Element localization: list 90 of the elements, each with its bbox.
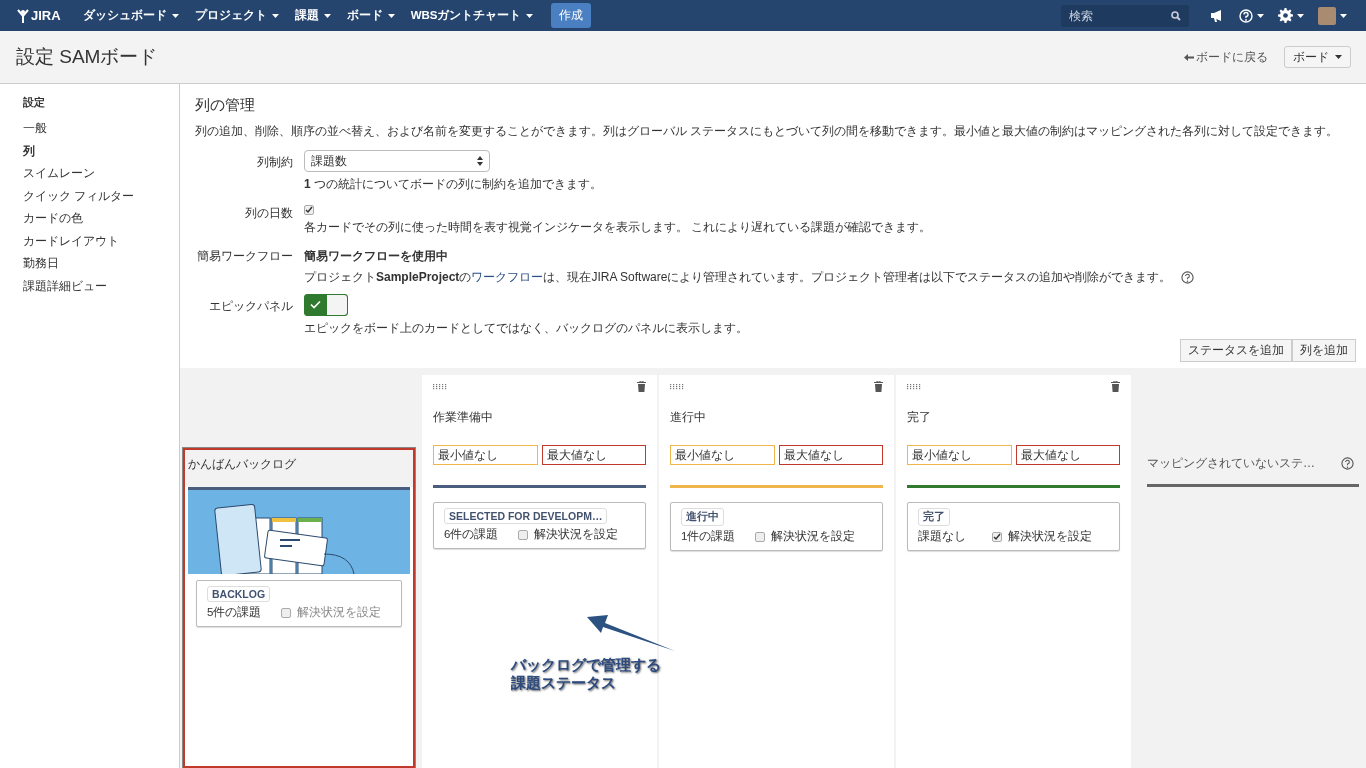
trash-icon[interactable] [874,381,883,392]
section-title: 列の管理 [195,96,256,115]
create-button[interactable]: 作成 [551,3,592,28]
sidebar-item[interactable]: 列 [23,139,35,162]
sidebar-item[interactable]: 勤務日 [23,252,59,275]
field-hint: プロジェクトSampleProjectのワークフローは、現在JIRA Softwareにより管理されています。プロジェクト管理者は以下でステータスの追加や削除ができます。 [304,269,1194,286]
help-icon[interactable] [1180,271,1194,285]
nav-menu[interactable]: プロジェクト [186,0,287,31]
min-field[interactable]: 最小値なし [907,445,1012,465]
status-lozenge: BACKLOG [207,586,271,602]
search-icon [1171,10,1181,21]
status-card[interactable]: 進行中 1件の課題 解決状況を設定 [670,502,883,551]
caret-icon [271,13,279,18]
action-button[interactable]: ステータスを追加 [1180,339,1292,362]
back-link[interactable]: ボードに戻る [1184,48,1268,66]
drag-handle-icon[interactable] [433,383,447,390]
sidebar-heading: 設定 [23,96,45,110]
nav-menu[interactable]: WBSガントチャート [402,0,542,31]
column-title: 作業準備中 [433,409,494,426]
help-icon[interactable] [1341,457,1354,470]
workflow-value: 簡易ワークフローを使用中 [304,248,448,265]
annotation-text: バックログで管理する 課題ステータス [511,656,661,692]
drag-handle-icon[interactable] [670,383,684,390]
status-card[interactable]: SELECTED FOR DEVELOPM… 6件の課題 解決状況を設定 [433,502,646,549]
caret-icon [526,13,534,18]
search-field[interactable]: 検索 [1061,4,1189,27]
sidebar-item[interactable]: スイムレーン [23,162,95,185]
issue-count: 5件の課題 [207,605,263,620]
max-field[interactable]: 最大値なし [1015,445,1120,465]
resolution-checkbox[interactable]: 解決状況を設定 [992,529,1092,544]
drag-handle-icon[interactable] [907,383,921,390]
trash-icon[interactable] [637,381,646,392]
checkmark-icon [310,300,321,309]
checkmark-icon [993,532,1001,541]
field-label: 簡易ワークフロー [196,248,293,265]
arrow-left-icon [1184,53,1194,61]
column-title: 進行中 [670,409,707,426]
issue-count: 課題なし [918,529,967,544]
field-hint: エピックをボード上のカードとしてではなく、バックログのパネルに表示します。 [304,320,748,337]
epic-panel-toggle[interactable] [304,294,348,316]
trash-icon[interactable] [1111,381,1120,392]
min-field[interactable]: 最小値なし [670,445,775,465]
issue-count: 6件の課題 [444,527,500,542]
board-menu-button[interactable]: ボード [1284,46,1351,68]
resolution-checkbox[interactable]: 解決状況を設定 [518,527,618,542]
sidebar-item[interactable]: カードの色 [23,207,83,230]
nav-menu[interactable]: ダッシュボード [74,0,187,31]
action-button[interactable]: 列を追加 [1292,339,1356,362]
up-down-arrows-icon [477,156,483,166]
sidebar-item[interactable]: 課題詳細ビュー [23,274,107,297]
page-title: 設定 SAMボード [16,45,158,69]
status-lozenge: 完了 [918,508,950,526]
status-lozenge: SELECTED FOR DEVELOPM… [444,508,608,524]
status-lozenge: 進行中 [681,508,724,526]
sidebar-item[interactable]: カードレイアウト [23,229,119,252]
field-label: エピックパネル [208,298,293,315]
sidebar-item[interactable]: クイック フィルター [23,184,135,207]
field-hint: 1 つの統計についてボードの列に制約を追加できます。 [304,176,603,193]
caret-icon [1257,13,1264,18]
caret-icon [1335,55,1342,59]
sidebar-item[interactable]: 一般 [23,117,47,140]
section-description: 列の追加、削除、順序の並べ替え、および名前を変更することができます。列はグローバル ステータスにもとづいて列の間を移動できます。最小値と最大値の制約はマッピングされた各列に対して設定できます。 [195,123,1340,140]
nav-menu[interactable]: ボード [338,0,403,31]
constraint-select[interactable]: 課題数 [304,150,490,172]
caret-icon [171,13,179,18]
nav-menu[interactable]: 課題 [286,0,339,31]
avatar [1318,6,1336,25]
issue-count: 1件の課題 [681,529,737,544]
resolution-checkbox[interactable]: 解決状況を設定 [755,529,855,544]
settings-menu[interactable] [1278,8,1304,23]
max-field[interactable]: 最大値なし [541,445,646,465]
max-field[interactable]: 最大値なし [778,445,883,465]
field-label: 列制約 [256,154,293,171]
field-label: 列の日数 [244,205,293,222]
checkmark-icon [305,206,313,214]
days-checkbox[interactable] [304,205,314,215]
caret-icon [387,13,395,18]
column-title: マッピングされていないステ… [1147,455,1315,472]
jira-logo[interactable]: JIRA [16,8,61,23]
workflow-link[interactable]: ワークフロー [471,270,544,284]
help-menu[interactable] [1239,8,1264,23]
column-title: 完了 [907,409,932,426]
column-title: かんばんバックログ [185,450,413,487]
caret-icon [323,13,331,18]
user-menu[interactable] [1318,6,1347,25]
field-hint: 各カードでその列に使った時間を表す視覚インジケータを表示します。 これにより遅れている課題が確認できます。 [304,219,932,236]
caret-icon [1297,13,1304,18]
caret-icon [1340,13,1347,18]
status-card[interactable]: 完了 課題なし 解決状況を設定 [907,502,1120,551]
min-field[interactable]: 最小値なし [433,445,538,465]
